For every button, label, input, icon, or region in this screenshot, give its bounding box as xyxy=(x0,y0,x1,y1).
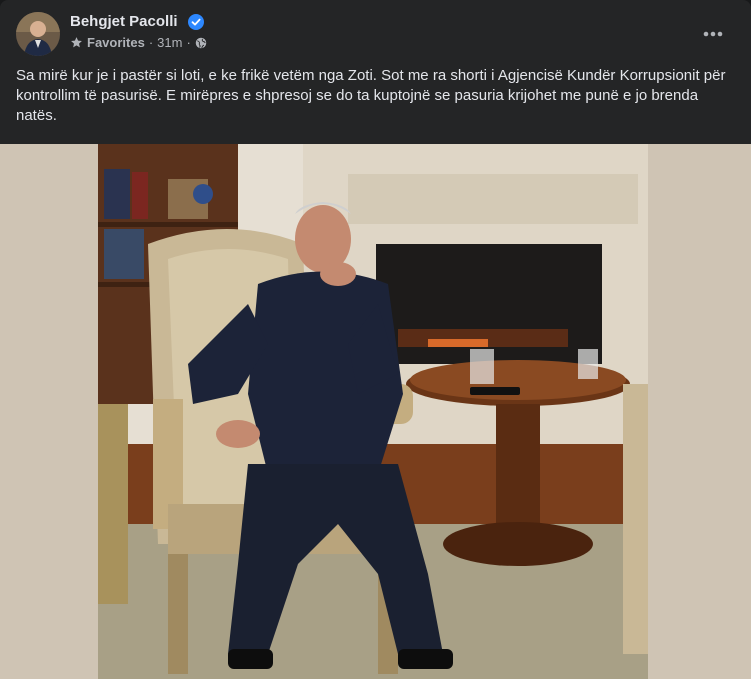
more-options-button[interactable] xyxy=(695,16,731,52)
meta-separator: · xyxy=(148,35,154,50)
star-icon xyxy=(71,37,82,48)
author-name[interactable]: Behgjet Pacolli xyxy=(70,13,178,30)
post-time[interactable]: 31m xyxy=(157,35,182,50)
post-photo[interactable] xyxy=(98,144,648,679)
author-avatar[interactable] xyxy=(16,12,60,56)
more-horizontal-icon xyxy=(703,31,723,37)
post-photo-container[interactable] xyxy=(0,144,751,679)
post-caption: Sa mirë kur je i pastër si loti, e ke fr… xyxy=(16,67,726,124)
globe-icon[interactable] xyxy=(195,37,207,49)
meta-separator: · xyxy=(186,35,191,50)
audience-label[interactable]: Favorites xyxy=(87,35,145,50)
post-meta: Favorites · 31m · xyxy=(70,35,207,50)
post-header: Behgjet Pacolli Favorites · 31m · xyxy=(16,12,735,56)
post-card: Behgjet Pacolli Favorites · 31m · Sa mir… xyxy=(0,0,751,679)
verified-badge-icon xyxy=(188,14,204,30)
